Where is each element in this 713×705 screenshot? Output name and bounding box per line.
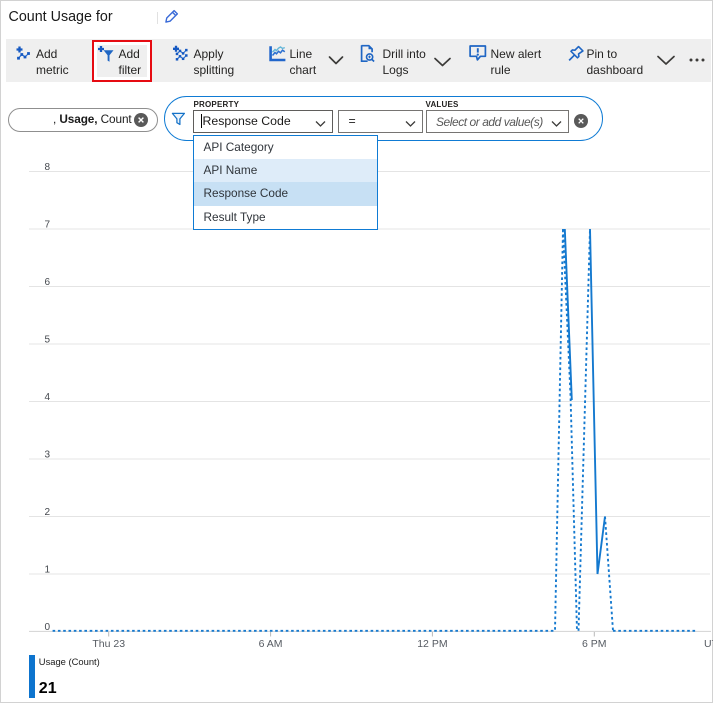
svg-text:1: 1 — [44, 565, 50, 576]
svg-text:2: 2 — [44, 507, 50, 518]
svg-text:0: 0 — [44, 622, 50, 633]
svg-text:6: 6 — [44, 277, 50, 288]
svg-text:6 AM: 6 AM — [259, 638, 283, 650]
svg-text:12 PM: 12 PM — [417, 638, 447, 650]
svg-text:UT: UT — [704, 638, 713, 650]
svg-text:3: 3 — [44, 450, 50, 461]
svg-text:5: 5 — [44, 335, 50, 346]
svg-text:8: 8 — [44, 162, 50, 173]
svg-text:Thu 23: Thu 23 — [92, 638, 125, 650]
svg-text:7: 7 — [44, 220, 50, 231]
svg-text:6 PM: 6 PM — [582, 638, 607, 650]
svg-text:4: 4 — [44, 392, 50, 403]
